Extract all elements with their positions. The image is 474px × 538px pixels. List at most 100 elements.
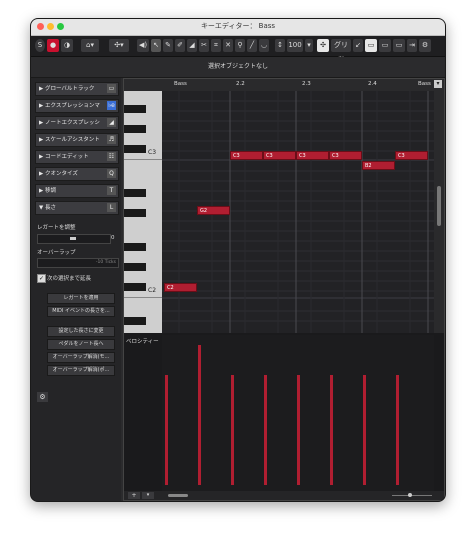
section-chord-edit[interactable]: ▶ コードエディット ☷ [35, 150, 119, 164]
section-note-expression[interactable]: ▶ ノートエクスプレッシ ◢ [35, 116, 119, 130]
section-expression-map[interactable]: ▶ エクスプレッションマ ♭e [35, 99, 119, 113]
pointer-icon[interactable]: ↖ [151, 39, 161, 52]
zoom-slider-handle[interactable] [408, 493, 412, 497]
glue-icon[interactable]: ⌗ [211, 39, 221, 52]
chord-icon: ☷ [107, 152, 116, 161]
black-key[interactable] [124, 105, 146, 113]
section-label: ▼ 長さ [39, 205, 56, 211]
section-transpose[interactable]: ▶ 移調 T [35, 184, 119, 198]
note-c3-1[interactable]: C3 [230, 151, 263, 160]
extend-checkbox[interactable]: ✓ [37, 274, 46, 283]
scroll-thumb[interactable] [437, 186, 441, 226]
black-key[interactable] [124, 317, 146, 325]
ruler-label-bass-end: Bass [418, 81, 431, 87]
overlap-value: -10 Ticks [95, 260, 116, 265]
note-expression-icon: ◢ [107, 118, 116, 127]
section-scale-assistant[interactable]: ▶ スケールアシスタント ♬ [35, 133, 119, 147]
layout-right-icon[interactable]: ▭ [393, 39, 405, 52]
speaker-icon[interactable]: ◀) [137, 39, 149, 52]
black-key[interactable] [124, 283, 146, 291]
remove-overlap-mono-button[interactable]: オーバーラップ解消(モ... [47, 352, 115, 363]
velocity-lane[interactable] [162, 335, 434, 491]
quantize-icon[interactable]: ↕ [275, 39, 285, 52]
brush-icon[interactable]: ✐ [175, 39, 185, 52]
legato-slider[interactable] [37, 234, 111, 244]
section-label: ▶ 移調 [39, 188, 56, 194]
settings-icon[interactable]: ⚙ [419, 39, 431, 52]
note-c3-2[interactable]: C3 [263, 151, 296, 160]
section-quantize[interactable]: ▶ クオンタイズ Q [35, 167, 119, 181]
midi-event-length-button[interactable]: MIDI イベントの長さを... [47, 306, 115, 317]
quantize-section-icon: Q [107, 169, 116, 178]
record-button[interactable]: ● [47, 39, 59, 52]
line-icon[interactable]: ╱ [247, 39, 257, 52]
section-length[interactable]: ▼ 長さ L [35, 201, 119, 215]
note-c3-5[interactable]: C3 [395, 151, 428, 160]
pedal-to-note-length-button[interactable]: ペダルをノート長へ [47, 339, 115, 350]
section-label: ▶ スケールアシスタント [39, 137, 100, 143]
velocity-bar[interactable] [396, 375, 399, 485]
horizontal-scrollbar[interactable] [168, 494, 188, 497]
zoom-icon[interactable]: ⚲ [235, 39, 245, 52]
grid-type-dropdown[interactable]: グリッ [331, 39, 351, 62]
set-length-button[interactable]: 設定した長さに変更 [47, 326, 115, 337]
gear-icon[interactable]: ⚙ [37, 392, 48, 402]
velocity-bar[interactable] [231, 375, 234, 485]
extend-label: 次の選択まで延長 [47, 276, 92, 282]
ruler-dropdown-icon[interactable]: ▾ [434, 80, 442, 88]
note-c2[interactable]: C2 [164, 283, 197, 292]
zoom-slider[interactable] [392, 493, 432, 497]
overlap-label: オーバーラップ [37, 250, 76, 256]
velocity-bar[interactable] [198, 345, 201, 485]
layout-left-icon[interactable]: ▭ [365, 39, 377, 52]
section-label: ▶ クオンタイズ [39, 171, 78, 177]
note-c3-3[interactable]: C3 [296, 151, 329, 160]
curve-icon[interactable]: ◡ [259, 39, 269, 52]
key-label-c2: C2 [148, 287, 157, 294]
snap-icon[interactable]: ✣ [317, 39, 329, 52]
velocity-bar[interactable] [297, 375, 300, 485]
legato-slider-handle[interactable] [70, 237, 76, 240]
note-g2[interactable]: G2 [197, 206, 230, 215]
scissors-icon[interactable]: ✂ [199, 39, 209, 52]
note-b2[interactable]: B2 [362, 161, 395, 170]
view-icon[interactable]: ⌂▾ [81, 39, 99, 52]
export-icon[interactable]: ⇥ [407, 39, 417, 52]
pencil-icon[interactable]: ✎ [163, 39, 173, 52]
velocity-bar[interactable] [330, 375, 333, 485]
scale-icon: ♬ [107, 135, 116, 144]
section-global-tracks[interactable]: ▶ グローバルトラック ▭ [35, 82, 119, 96]
quantize-dropdown[interactable]: ▾ [305, 39, 313, 52]
note-c3-4[interactable]: C3 [329, 151, 362, 160]
eraser-icon[interactable]: ◢ [187, 39, 197, 52]
black-key[interactable] [124, 125, 146, 133]
note-editor: Bass 2.2 2.3 2.4 Bass ▾ C3 C2 C3 C3 C3 C… [123, 78, 445, 501]
solo-icon[interactable]: S [35, 39, 45, 52]
mute-icon[interactable]: ✕ [223, 39, 233, 52]
bottom-bar: + ▾ [124, 491, 444, 500]
black-key[interactable] [124, 189, 146, 197]
piano-keyboard[interactable]: C3 C2 [124, 91, 162, 333]
remove-overlap-poly-button[interactable]: オーバーラップ解消(ポ... [47, 365, 115, 376]
velocity-bar[interactable] [363, 375, 366, 485]
monitor-icon[interactable]: ◑ [61, 39, 73, 52]
velocity-label: ベロシティー [126, 339, 159, 345]
velocity-bar[interactable] [264, 375, 267, 485]
overlap-field[interactable]: -10 Ticks [37, 258, 119, 268]
black-key[interactable] [124, 145, 146, 153]
note-grid[interactable]: C3 C3 C3 C3 C3 B2 G2 C2 [162, 91, 434, 333]
nudge-icon[interactable]: ↙ [353, 39, 363, 52]
black-key[interactable] [124, 263, 146, 271]
toolbar: S ● ◑ ⌂▾ ✣▾ ◀) ↖ ✎ ✐ ◢ ✂ ⌗ ✕ ⚲ ╱ ◡ ↕ 100… [31, 36, 445, 62]
layout-center-icon[interactable]: ▭ [379, 39, 391, 52]
tools-icon[interactable]: ✣▾ [109, 39, 129, 52]
black-key[interactable] [124, 209, 146, 217]
lane-dropdown-icon[interactable]: ▾ [142, 492, 154, 499]
add-lane-button[interactable]: + [128, 492, 140, 499]
quantize-value[interactable]: 100 [287, 39, 303, 52]
vertical-scrollbar[interactable] [434, 91, 444, 333]
black-key[interactable] [124, 243, 146, 251]
velocity-bar[interactable] [165, 375, 168, 485]
apply-legato-button[interactable]: レガートを適用 [47, 293, 115, 304]
key-editor-window: キーエディター： Bass S ● ◑ ⌂▾ ✣▾ ◀) ↖ ✎ ✐ ◢ ✂ ⌗… [30, 18, 446, 502]
